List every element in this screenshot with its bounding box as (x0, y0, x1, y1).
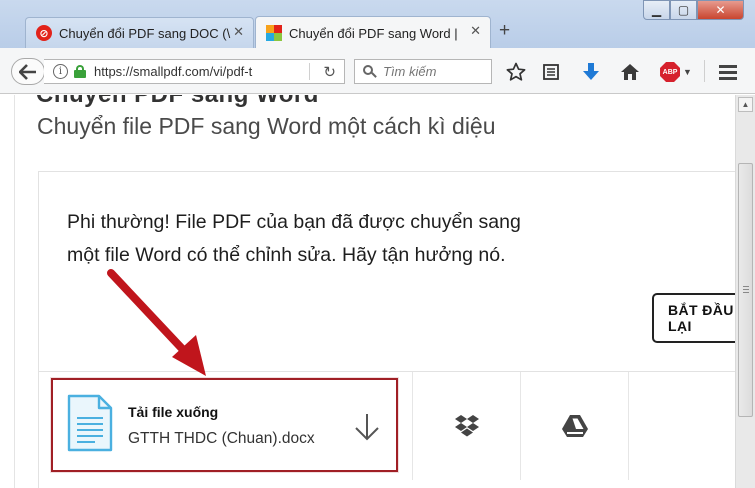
page-viewport: Chuyển PDF sang Word Chuyển file PDF san… (0, 95, 735, 488)
result-card: Phi thường! File PDF của bạn đã được chu… (38, 171, 735, 488)
abp-badge: ABP (660, 62, 681, 82)
success-message-line: Phi thường! File PDF của bạn đã được chu… (67, 211, 521, 233)
close-window-button[interactable]: ✕ (697, 0, 744, 20)
hamburger-menu-icon[interactable] (717, 61, 739, 83)
chevron-down-icon[interactable]: ▼ (683, 67, 692, 77)
tab-title: Chuyển đổi PDF sang Word | (289, 25, 458, 41)
search-bar[interactable] (354, 59, 492, 84)
search-input[interactable] (383, 64, 488, 79)
scroll-up-icon[interactable]: ▲ (738, 97, 753, 112)
page-heading: Chuyển PDF sang Word (36, 95, 319, 109)
tab-pdf-to-doc[interactable]: ⊘ Chuyển đổi PDF sang DOC (\ ✕ (25, 17, 254, 48)
google-drive-icon (561, 415, 588, 437)
tab-title: Chuyển đổi PDF sang DOC (\ (59, 25, 231, 41)
scrollbar-thumb[interactable] (738, 163, 753, 417)
lock-icon (74, 65, 86, 78)
minimize-button[interactable]: ▁ (643, 0, 670, 20)
download-title: Tải file xuống (128, 404, 219, 420)
url-separator (309, 63, 310, 80)
new-tab-button[interactable]: + (499, 20, 510, 42)
download-icon[interactable] (580, 61, 602, 83)
info-icon[interactable]: i (53, 64, 68, 79)
more-options-cell[interactable] (628, 372, 735, 480)
home-icon[interactable] (619, 61, 641, 83)
word-document-icon (67, 394, 113, 452)
page-subtitle: Chuyển file PDF sang Word một cách kì di… (37, 113, 496, 139)
save-to-dropbox-button[interactable] (412, 372, 520, 480)
success-message: Phi thường! File PDF của bạn đã được chu… (67, 206, 587, 272)
close-tab-icon[interactable]: ✕ (470, 23, 481, 39)
colorful-grid-icon (266, 25, 282, 41)
download-arrow-icon[interactable] (353, 412, 381, 442)
reload-icon[interactable]: ↻ (323, 63, 336, 81)
title-bar: ⊘ Chuyển đổi PDF sang DOC (\ ✕ Chuyển đổ… (0, 0, 755, 49)
bookmarks-list-icon[interactable] (540, 61, 562, 83)
toolbar-separator (704, 60, 705, 82)
save-to-google-drive-button[interactable] (520, 372, 628, 480)
maximize-button[interactable]: ▢ (670, 0, 697, 20)
dropbox-icon (454, 415, 479, 437)
vertical-scrollbar[interactable]: ▲ (735, 95, 755, 488)
start-over-button[interactable]: BẮT ĐẦU LẠI (652, 293, 735, 343)
url-text[interactable]: https://smallpdf.com/vi/pdf-t (94, 64, 279, 79)
scrollbar-grip (743, 284, 749, 295)
adblock-plus-icon[interactable]: ABP ▼ (659, 61, 693, 83)
search-icon (363, 64, 377, 79)
back-button[interactable] (11, 58, 45, 85)
download-row: Tải file xuống GTTH THDC (Chuan).docx (39, 372, 735, 488)
back-arrow-icon (19, 63, 36, 80)
success-message-line: một file Word có thể chỉnh sửa. Hãy tận … (67, 244, 506, 266)
tab-pdf-to-word[interactable]: Chuyển đổi PDF sang Word | ✕ (255, 16, 491, 49)
navigation-toolbar: i https://smallpdf.com/vi/pdf-t ↻ ABP ▼ (0, 48, 755, 94)
bookmark-star-icon[interactable] (505, 61, 527, 83)
address-bar[interactable]: i https://smallpdf.com/vi/pdf-t ↻ (44, 59, 345, 84)
download-file-button[interactable]: Tải file xuống GTTH THDC (Chuan).docx (51, 378, 398, 472)
smallpdf-red-icon: ⊘ (36, 25, 52, 41)
page-edge (14, 95, 15, 488)
download-filename: GTTH THDC (Chuan).docx (128, 430, 315, 447)
close-tab-icon[interactable]: ✕ (233, 24, 244, 40)
